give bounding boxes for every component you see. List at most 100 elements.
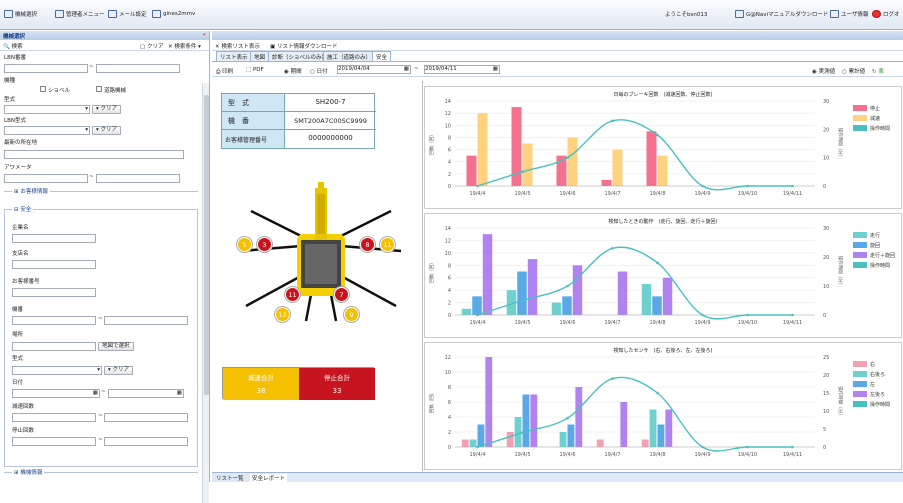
bar-停止 [646,131,657,186]
line-point [476,184,479,188]
gensoku-from-input[interactable] [12,413,96,422]
customer-group-toggle[interactable]: ⊞ お客様情報 [12,187,50,195]
scroll-thumb[interactable] [204,95,209,395]
safety-group-toggle[interactable]: ⊟ 安全 [12,205,34,213]
menu-admin[interactable]: 管理者メニュー [55,10,105,18]
tab-construction[interactable]: 施工（道路のみ） [323,51,376,61]
print-button[interactable]: ⎙ 印刷 [216,67,233,76]
pdf-button[interactable]: ⬚ PDF [246,67,264,73]
bar-左 [522,394,530,447]
kiban-from-input[interactable] [12,316,96,325]
calendar-icon[interactable]: ▦ [493,66,498,72]
y2-tick-label: 5 [823,427,826,433]
gensoku-to-input[interactable] [104,413,188,422]
calendar-icon[interactable]: ▦ [404,66,409,72]
tab-map[interactable]: 地図 [250,51,270,61]
cumulative-radio[interactable]: ○ 累計値 [842,67,865,75]
label-machine-no: 機 番 [222,112,284,130]
bar-走行 [551,302,562,315]
actual-radio[interactable]: ◉ 実測値 [812,67,835,75]
date-to-input[interactable]: ▦ [108,389,184,398]
menu-gines[interactable]: gines2mmv [152,10,195,18]
lbn-to-input[interactable] [96,64,180,73]
branch-input[interactable] [12,260,96,269]
calendar-icon[interactable]: ▦ [177,390,182,396]
value-total-decel: 38 [223,384,299,400]
custno-input[interactable] [12,288,96,297]
meter-to-input[interactable] [96,174,180,183]
search-button[interactable]: 🔍 検索 [3,42,23,50]
bar-右 [461,439,469,447]
y2-tick-label: 30 [823,99,829,105]
line-point [791,313,794,317]
lbn-from-input[interactable] [4,64,88,73]
x-tick-label: 19/4/7 [604,320,620,326]
teishi-from-input[interactable] [12,437,96,446]
basho-input[interactable] [12,342,96,351]
y-tick-label: 8 [448,385,451,391]
y2-axis-label: 操作時間（分） [837,386,844,418]
shovel-checkbox[interactable] [40,86,46,92]
display-button[interactable]: ↻ 表 [872,67,884,75]
teishi-to-input[interactable] [104,437,188,446]
search-list-save[interactable]: ✕ 検索リスト表示 [215,42,260,50]
line-point [521,431,524,434]
map-select-button[interactable]: 地図で選択 [98,342,134,351]
admin-icon [55,10,64,18]
bar-旋回 [562,296,572,315]
date-from-input[interactable]: ▦ [12,389,100,398]
kata2-clear-button[interactable]: ▾ クリア [104,366,134,375]
y-tick-label: 6 [448,400,451,406]
kata2-select[interactable]: ▾ [12,366,102,375]
to-date-input[interactable]: 2019/04/11 ▦ [424,65,500,74]
tab-safety[interactable]: 安全 [372,51,392,61]
meter-from-input[interactable] [4,174,88,183]
label-total-decel: 減速合計 [223,368,299,384]
x-tick-label: 19/4/9 [694,452,710,458]
legend-swatch [853,401,867,407]
kiban-to-input[interactable] [104,316,188,325]
collapse-icon[interactable]: « [202,32,206,38]
legend-label: 左後ろ [870,391,885,398]
x-tick-label: 19/4/6 [559,191,575,197]
left-scrollbar[interactable] [202,83,209,503]
line-point [566,416,569,420]
menu-mail-settings[interactable]: メール設定 [108,10,147,18]
x-tick-label: 19/4/10 [738,452,757,458]
lbn-kata-select[interactable]: ▾ [4,126,90,135]
road-machine-checkbox[interactable] [96,86,102,92]
logout[interactable]: ログオ [872,10,900,18]
place-input[interactable] [4,150,184,159]
tab-diagnosis[interactable]: 診断（ショベルのみ） [268,51,332,61]
bottom-tab-bar: リスト一覧 安全レポート [212,472,903,482]
manual-download[interactable]: G@Naviマニュアルダウンロード [735,10,828,18]
clear-button[interactable]: ▢ クリア [140,42,163,50]
x-tick-label: 19/4/5 [514,452,530,458]
katashiki-clear-button[interactable]: ▾ クリア [92,105,122,114]
user-info[interactable]: ユーザ情報 [830,10,868,18]
tab-list-view[interactable]: リスト一覧 [216,474,244,482]
menu-machine-select[interactable]: 機械選択 [4,10,37,18]
tab-list[interactable]: リスト表示 [216,51,252,61]
y-tick-label: 4 [448,288,451,294]
machine-info-toggle[interactable]: ⊞ 機械情報 [12,468,45,476]
date-radio[interactable]: ○ 日付 [310,67,328,75]
period-radio[interactable]: ◉ 期間 [284,67,302,75]
from-date-input[interactable]: 2019/04/04 ▦ [337,65,411,74]
list-download[interactable]: ▣ リスト情報ダウンロード [270,42,337,50]
window-icon [152,10,161,18]
katashiki-select[interactable]: ▾ [4,105,90,114]
label-kikai: 機種 [4,78,16,84]
line-point [566,284,569,288]
chart-title: 検知したセンサ (右、右後ろ、左、左後ろ) [613,348,713,354]
search-condition-button[interactable]: ✕ 検索条件 ▾ [168,42,201,50]
dropdown-icon: ▾ [97,367,100,373]
lbn-kata-clear-button[interactable]: ▾ クリア [92,126,122,135]
y-tick-label: 0 [448,313,451,319]
calendar-icon[interactable]: ▦ [93,390,98,396]
tab-safety-report[interactable]: 安全レポート [250,474,288,482]
line-point [566,156,569,159]
company-input[interactable] [12,234,96,243]
chart-svg: 0 2 4 6 8 10 12 0 5 10 15 20 25 回数（回） 操作時間（分） 19/4/4 19/… [428,355,890,458]
bar-停止 [466,155,477,186]
